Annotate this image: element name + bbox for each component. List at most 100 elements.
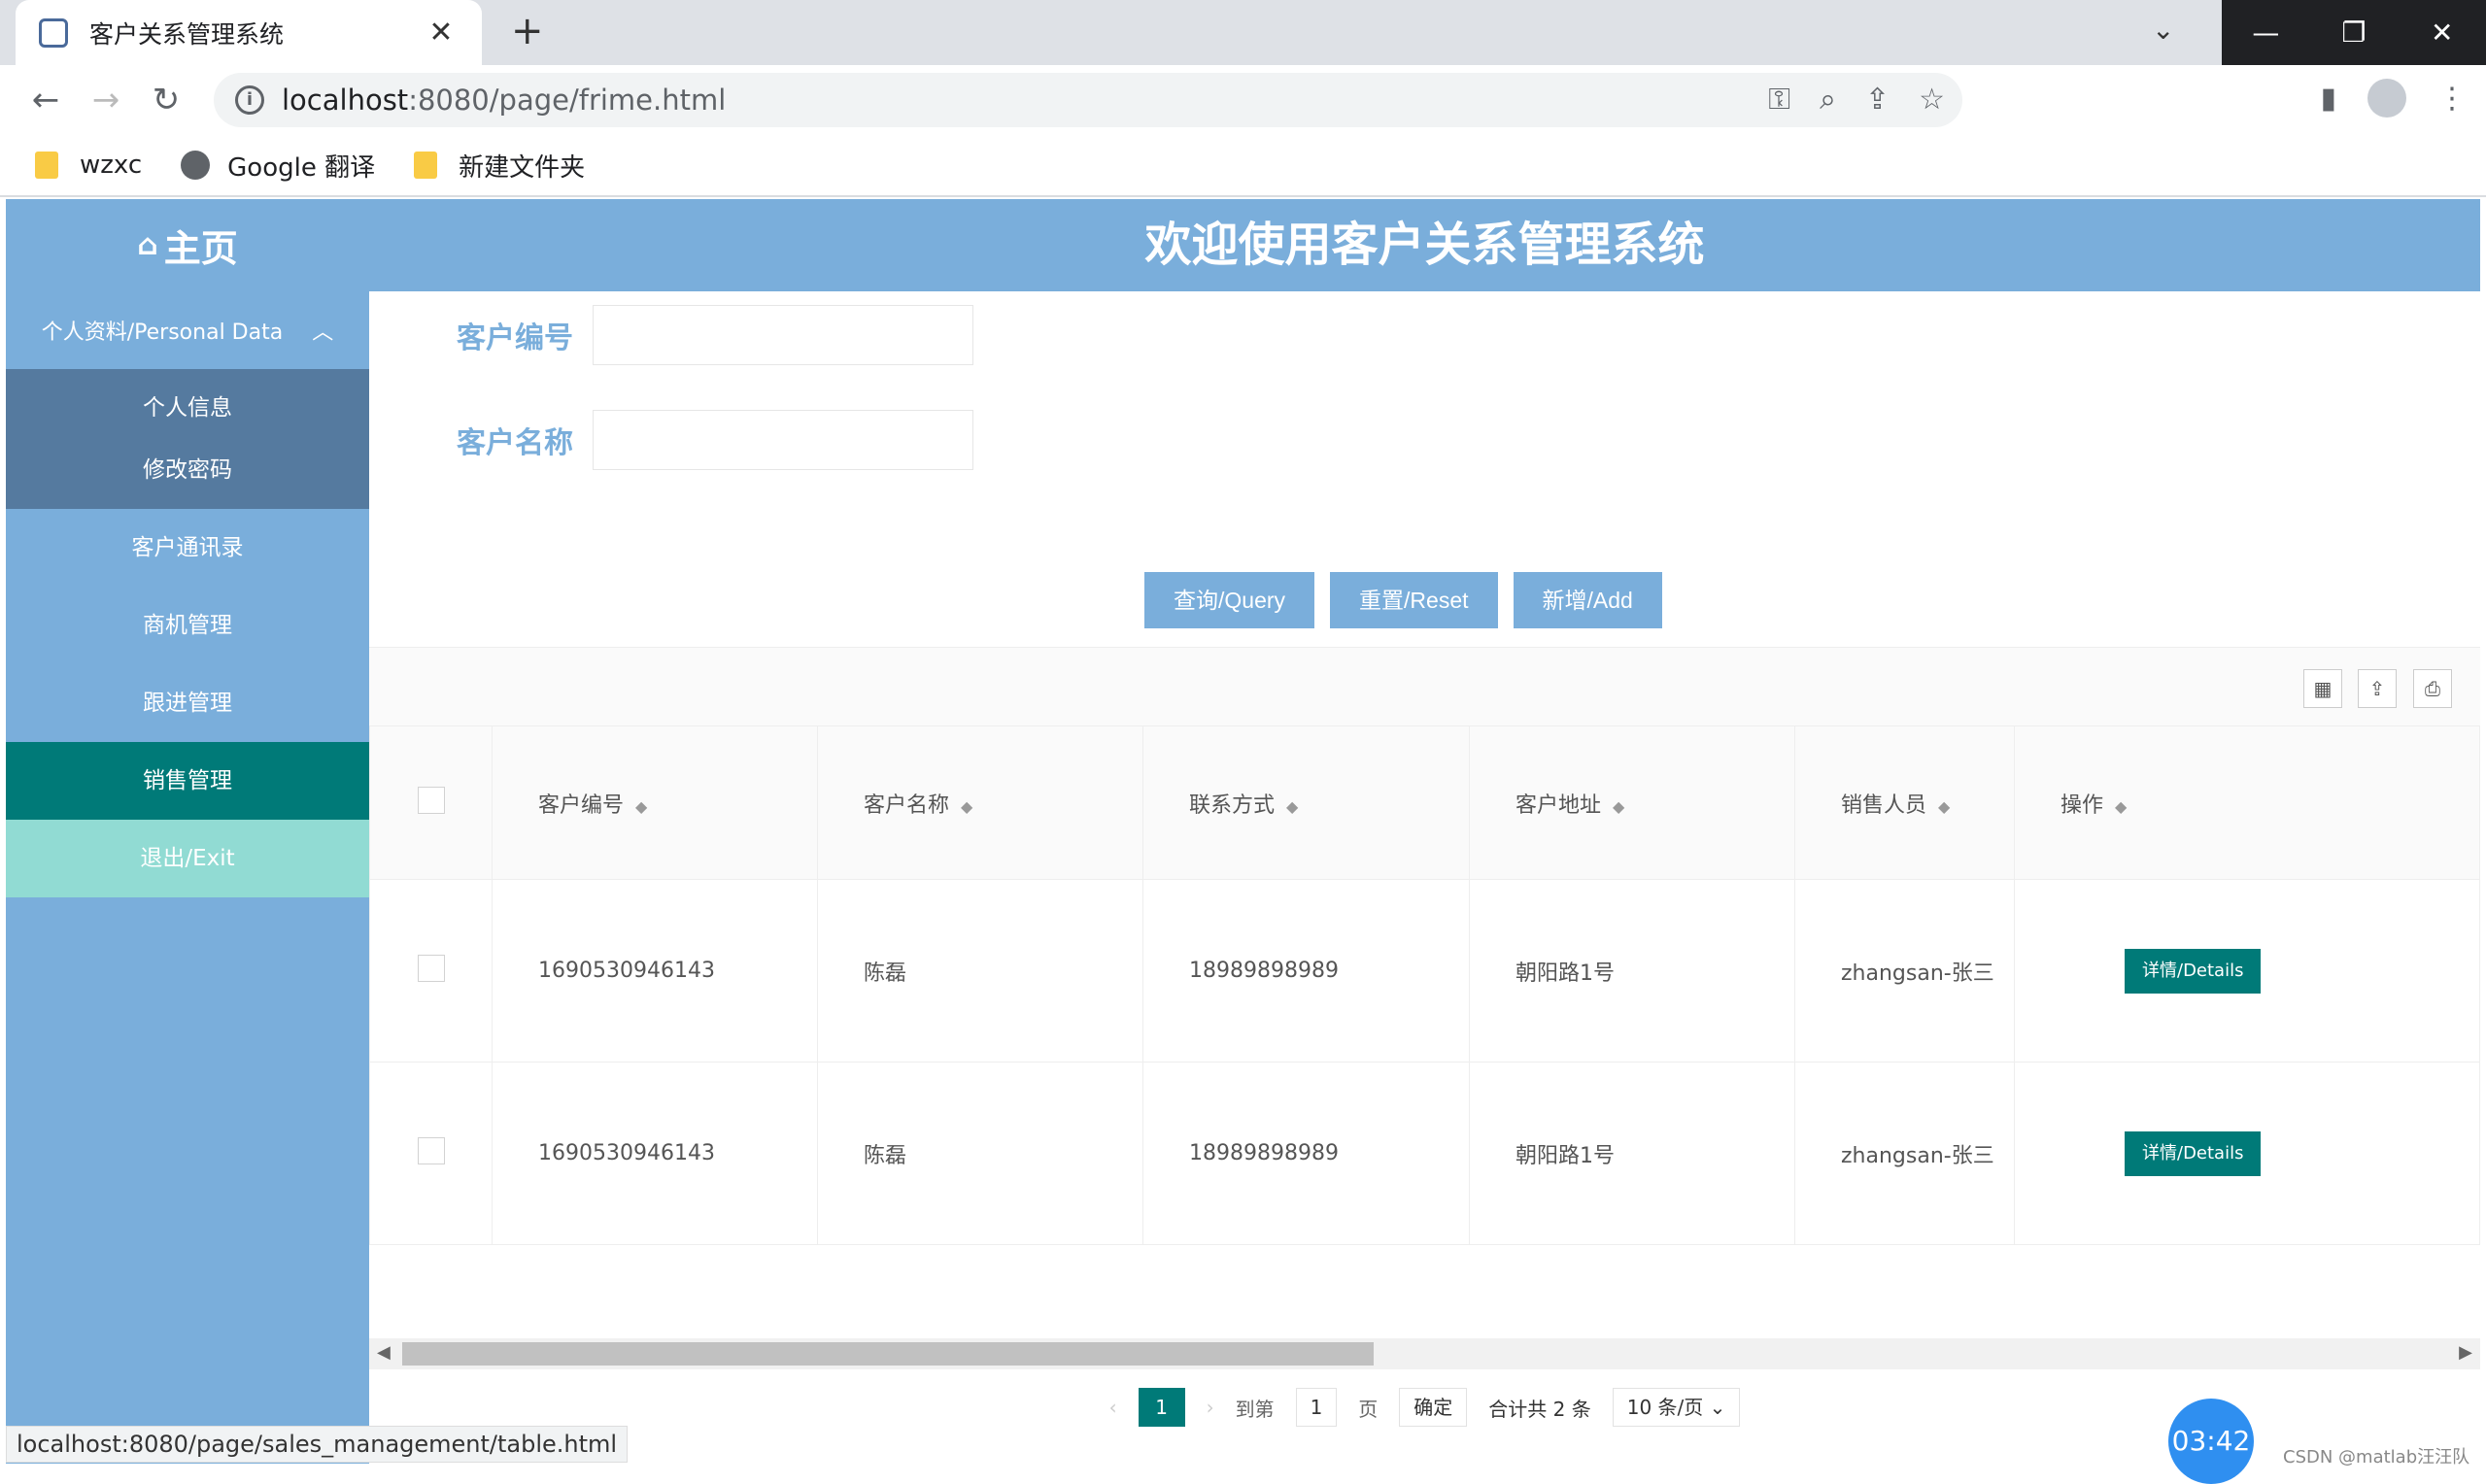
table-header-row: 客户编号 ◆ 客户名称 ◆ 联系方式 ◆ 客户地址 ◆ 销售人员 ◆ 操作 ◆ xyxy=(369,725,2480,880)
sort-icon[interactable]: ◆ xyxy=(1286,797,1298,816)
table-row: 1690530946143 陈磊 18989898989 朝阳路1号 zhang… xyxy=(369,879,2480,1062)
goto-confirm-button[interactable]: 确定 xyxy=(1399,1388,1468,1427)
sort-icon[interactable]: ◆ xyxy=(1613,797,1624,816)
row-checkbox[interactable] xyxy=(417,954,445,982)
page-unit-label: 页 xyxy=(1358,1397,1379,1421)
home-icon: ⌂ xyxy=(137,228,158,262)
column-header[interactable]: 客户编号 ◆ xyxy=(492,725,818,880)
details-button[interactable]: 详情/Details xyxy=(2125,1130,2262,1176)
reload-icon[interactable]: ↻ xyxy=(136,81,196,119)
sidebar-item-profile[interactable]: 个人信息 xyxy=(6,377,369,439)
sidebar-group-personal-data[interactable]: 个人资料/Personal Data ︿ xyxy=(6,291,369,369)
folder-icon xyxy=(35,152,58,179)
sort-icon[interactable]: ◆ xyxy=(635,797,647,816)
customer-id-label: 客户编号 xyxy=(457,321,573,355)
globe-icon xyxy=(181,151,211,180)
browser-toolbar: ← → ↻ i localhost:8080/page/frime.html ⚿… xyxy=(0,65,2486,135)
share-icon[interactable]: ⇪ xyxy=(1865,83,1890,117)
scroll-left-icon[interactable]: ◀ xyxy=(377,1342,391,1363)
column-header[interactable]: 联系方式 ◆ xyxy=(1142,725,1470,880)
bookmark-item[interactable]: wzxc xyxy=(35,151,142,180)
browser-tab[interactable]: 客户关系管理系统 ✕ xyxy=(16,0,482,65)
cell-customer-name: 陈磊 xyxy=(817,879,1143,1062)
row-select-cell xyxy=(369,1062,493,1245)
customer-name-input[interactable] xyxy=(593,410,973,470)
sidebar-submenu: 个人信息 修改密码 xyxy=(6,369,369,509)
cell-address: 朝阳路1号 xyxy=(1469,879,1795,1062)
sidebar-item-exit[interactable]: 退出/Exit xyxy=(6,820,369,897)
print-icon[interactable]: ⎙ xyxy=(2413,669,2452,708)
sidebar: 个人资料/Personal Data ︿ 个人信息 修改密码 客户通讯录 商机管… xyxy=(6,291,369,1464)
watermark: CSDN @matlab汪汪队 xyxy=(2283,1447,2470,1467)
prev-page-icon[interactable]: ‹ xyxy=(1109,1396,1117,1419)
minimize-icon[interactable]: — xyxy=(2222,0,2310,65)
close-tab-icon[interactable]: ✕ xyxy=(424,16,459,50)
status-bar-url: localhost:8080/page/sales_management/tab… xyxy=(6,1426,629,1463)
sort-icon[interactable]: ◆ xyxy=(961,797,972,816)
column-header[interactable]: 销售人员 ◆ xyxy=(1794,725,2015,880)
url-text[interactable]: localhost:8080/page/frime.html xyxy=(282,84,726,117)
close-window-icon[interactable]: ✕ xyxy=(2398,0,2486,65)
address-bar[interactable]: i localhost:8080/page/frime.html ⚿ ⌕ ⇪ ☆ xyxy=(214,73,1962,127)
profile-avatar-icon[interactable] xyxy=(2367,79,2406,118)
sort-icon[interactable]: ◆ xyxy=(2115,797,2127,816)
recording-timer: 03:42 xyxy=(2168,1399,2254,1484)
cell-salesperson: zhangsan-张三 xyxy=(1794,879,2015,1062)
table-row: 1690530946143 陈磊 18989898989 朝阳路1号 zhang… xyxy=(369,1062,2480,1245)
export-icon[interactable]: ⇪ xyxy=(2358,669,2397,708)
select-all-checkbox[interactable] xyxy=(417,786,445,814)
sort-icon[interactable]: ◆ xyxy=(1938,797,1950,816)
sidebar-item-change-password[interactable]: 修改密码 xyxy=(6,439,369,501)
tab-strip: 客户关系管理系统 ✕ + ⌄ — ❐ ✕ xyxy=(0,0,2486,65)
column-header[interactable]: 客户地址 ◆ xyxy=(1469,725,1795,880)
goto-page-input[interactable]: 1 xyxy=(1295,1388,1338,1427)
scrollbar-thumb[interactable] xyxy=(402,1342,1374,1366)
restore-icon[interactable]: ❐ xyxy=(2310,0,2399,65)
bookmark-star-icon[interactable]: ☆ xyxy=(1919,83,1945,117)
cell-salesperson: zhangsan-张三 xyxy=(1794,1062,2015,1245)
page-title: 欢迎使用客户关系管理系统 xyxy=(1144,218,1705,272)
cell-customer-name: 陈磊 xyxy=(817,1062,1143,1245)
cell-phone: 18989898989 xyxy=(1142,1062,1470,1245)
add-button[interactable]: 新增/Add xyxy=(1513,572,1662,628)
chevron-up-icon: ︿ xyxy=(312,320,334,345)
data-table-container: ▦ ⇪ ⎙ 客户编号◆ 客户名称◆ 联系方式◆ 客户地址◆ 销售人员◆ xyxy=(369,647,2480,1278)
app-header: ⌂ 主页 欢迎使用客户关系管理系统 xyxy=(6,199,2480,291)
page-size-select[interactable]: 10 条/页 ⌄ xyxy=(1612,1388,1741,1427)
column-header[interactable]: 操作 ◆ xyxy=(2014,725,2480,880)
sidebar-item-opportunities[interactable]: 商机管理 xyxy=(6,587,369,664)
crm-app: ⌂ 主页 欢迎使用客户关系管理系统 个人资料/Personal Data ︿ 个… xyxy=(6,199,2480,1464)
sidebar-item-sales[interactable]: 销售管理 xyxy=(6,742,369,820)
cell-address: 朝阳路1号 xyxy=(1469,1062,1795,1245)
forward-icon[interactable]: → xyxy=(76,81,136,119)
scroll-right-icon[interactable]: ▶ xyxy=(2459,1342,2472,1363)
sidebar-item-contacts[interactable]: 客户通讯录 xyxy=(6,509,369,587)
tab-search-chevron-icon[interactable]: ⌄ xyxy=(2152,14,2174,46)
horizontal-scrollbar[interactable]: ◀ ▶ xyxy=(369,1338,2480,1369)
new-tab-button[interactable]: + xyxy=(511,12,544,51)
zoom-icon[interactable]: ⌕ xyxy=(1820,83,1836,117)
home-link[interactable]: ⌂ 主页 xyxy=(6,199,369,291)
query-button[interactable]: 查询/Query xyxy=(1144,572,1315,628)
site-favicon-icon xyxy=(39,17,68,48)
sidebar-item-followup[interactable]: 跟进管理 xyxy=(6,664,369,742)
chevron-down-icon: ⌄ xyxy=(1709,1396,1726,1419)
site-info-icon[interactable]: i xyxy=(235,85,264,115)
cell-phone: 18989898989 xyxy=(1142,879,1470,1062)
page-current[interactable]: 1 xyxy=(1138,1388,1185,1427)
customer-id-input[interactable] xyxy=(593,305,973,365)
table-toolbar: ▦ ⇪ ⎙ xyxy=(369,648,2480,725)
side-panel-icon[interactable]: ▮ xyxy=(2320,82,2336,116)
menu-kebab-icon[interactable]: ⋮ xyxy=(2437,82,2467,116)
column-header[interactable]: 客户名称 ◆ xyxy=(817,725,1143,880)
bookmark-item[interactable]: 新建文件夹 xyxy=(414,148,585,184)
next-page-icon[interactable]: › xyxy=(1207,1396,1214,1419)
pagination: ‹ 1 › 到第 1 页 确定 合计共 2 条 10 条/页 ⌄ xyxy=(369,1383,2480,1432)
bookmark-item[interactable]: Google 翻译 xyxy=(181,148,375,184)
row-checkbox[interactable] xyxy=(417,1136,445,1164)
columns-filter-icon[interactable]: ▦ xyxy=(2303,669,2342,708)
reset-button[interactable]: 重置/Reset xyxy=(1330,572,1498,628)
back-icon[interactable]: ← xyxy=(16,81,76,119)
key-icon[interactable]: ⚿ xyxy=(1768,83,1790,117)
details-button[interactable]: 详情/Details xyxy=(2125,948,2262,994)
